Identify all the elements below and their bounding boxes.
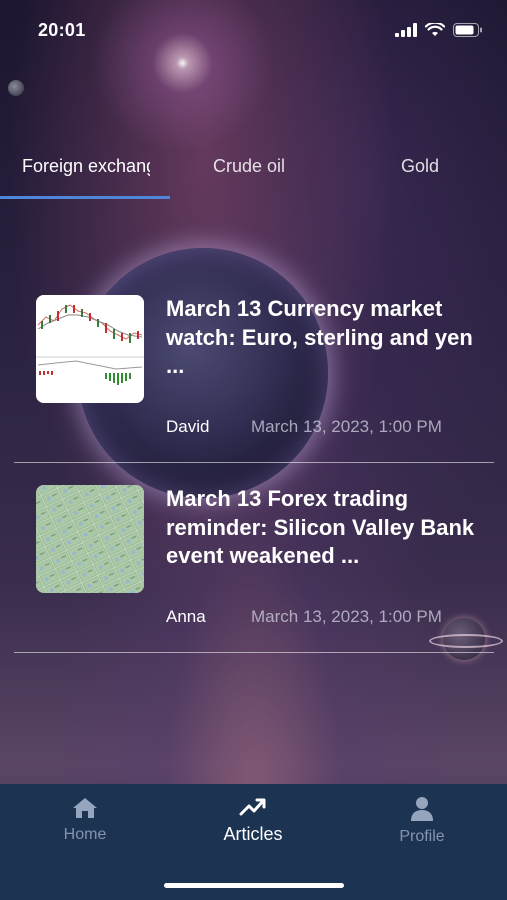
article-author: David <box>166 417 210 436</box>
user-icon <box>411 797 433 821</box>
trend-icon <box>239 798 266 816</box>
article-author: Anna <box>166 607 206 626</box>
nav-articles-label: Articles <box>223 824 283 844</box>
moon-image <box>8 80 24 96</box>
nav-profile-label: Profile <box>399 828 445 845</box>
category-tabs: Foreign exchange Crude oil Gold <box>0 142 507 202</box>
active-tab-indicator <box>0 196 170 199</box>
banknotes-thumbnail <box>36 485 144 593</box>
article-card[interactable]: March 13 Currency market watch: Euro, st… <box>14 295 494 463</box>
article-meta: David March 13, 2023, 1:00 PM <box>166 417 496 437</box>
nav-profile[interactable]: Profile <box>362 796 482 846</box>
chart-image <box>36 295 144 403</box>
status-icons <box>395 23 483 37</box>
article-title[interactable]: March 13 Forex trading reminder: Silicon… <box>166 485 486 571</box>
nav-home[interactable]: Home <box>25 796 145 844</box>
home-indicator <box>164 883 344 888</box>
status-bar: 20:01 <box>0 0 507 60</box>
article-title[interactable]: March 13 Currency market watch: Euro, st… <box>166 295 486 381</box>
tab-crude-oil[interactable]: Crude oil <box>213 156 285 177</box>
signal-icon <box>395 23 417 37</box>
bottom-navigation: Home Articles Profile <box>0 784 507 900</box>
tab-gold[interactable]: Gold <box>401 156 439 177</box>
status-time: 20:01 <box>38 19 86 40</box>
article-meta: Anna March 13, 2023, 1:00 PM <box>166 607 496 627</box>
banknotes-image <box>36 485 144 593</box>
nav-home-label: Home <box>63 826 107 843</box>
battery-icon <box>453 23 482 37</box>
home-icon <box>73 798 97 818</box>
tab-foreign-exchange[interactable]: Foreign exchange <box>22 156 150 177</box>
forex-chart-thumbnail <box>36 295 144 403</box>
wifi-icon <box>425 23 445 36</box>
article-date: March 13, 2023, 1:00 PM <box>251 607 442 626</box>
article-card[interactable]: March 13 Forex trading reminder: Silicon… <box>14 485 494 653</box>
nav-articles[interactable]: Articles <box>193 796 313 845</box>
article-date: March 13, 2023, 1:00 PM <box>251 417 442 436</box>
